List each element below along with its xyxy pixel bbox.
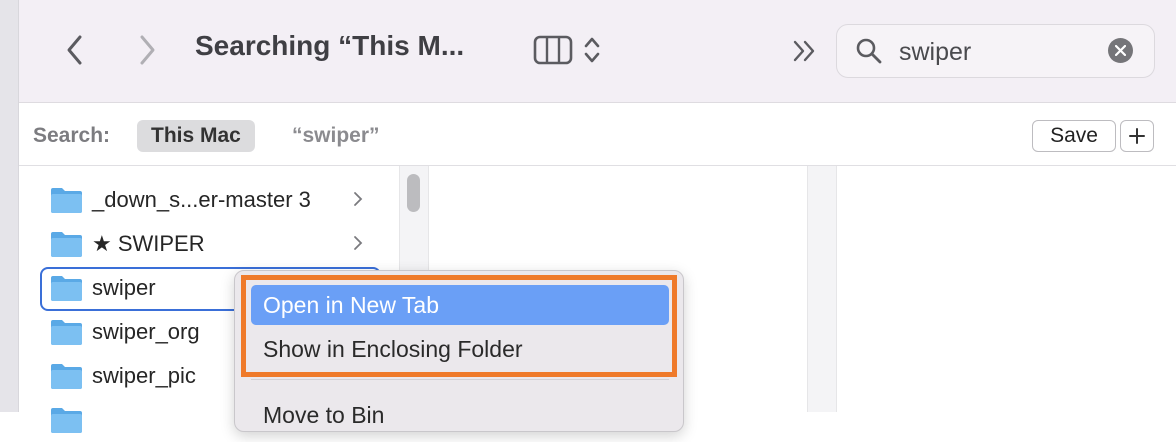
scrollbar-thumb[interactable] — [407, 174, 420, 212]
menu-separator — [251, 379, 669, 380]
scope-this-mac-button[interactable]: This Mac — [137, 120, 255, 152]
sidebar-edge — [0, 0, 19, 412]
chevron-right-icon — [140, 35, 155, 65]
magnifier-icon — [856, 38, 882, 64]
folder-icon — [51, 408, 82, 433]
back-button[interactable] — [55, 28, 95, 72]
clear-search-button[interactable] — [1108, 38, 1133, 63]
folder-icon — [51, 320, 82, 345]
column-divider[interactable] — [807, 166, 837, 412]
toolbar: Searching “This M... swiper — [19, 0, 1176, 103]
file-name: _down_s...er-master 3 — [92, 187, 311, 212]
list-item[interactable]: ★ SWIPER — [19, 222, 399, 266]
file-name: swiper_org — [92, 319, 200, 344]
plus-icon — [1129, 128, 1145, 144]
file-name: ★ SWIPER — [92, 231, 205, 256]
scope-query-button[interactable]: “swiper” — [292, 124, 380, 148]
search-scope-bar: Search: This Mac “swiper” Save — [19, 103, 1176, 166]
up-down-chevron-icon — [584, 37, 600, 63]
save-search-button[interactable]: Save — [1032, 120, 1116, 152]
folder-icon — [51, 232, 82, 257]
double-chevron-right-icon — [793, 40, 815, 62]
forward-button[interactable] — [127, 28, 167, 72]
annotation-highlight-box — [241, 275, 677, 377]
column-view-icon — [533, 35, 573, 65]
toolbar-overflow-button[interactable] — [789, 34, 823, 68]
folder-icon — [51, 188, 82, 213]
scope-label: Search: — [33, 124, 111, 147]
menu-item-move-to-bin[interactable]: Move to Bin — [251, 395, 669, 435]
list-item[interactable]: _down_s...er-master 3 — [19, 178, 399, 222]
folder-icon — [51, 364, 82, 389]
chevron-left-icon — [67, 35, 82, 65]
chevron-right-icon — [354, 236, 363, 250]
view-options-button[interactable] — [533, 30, 615, 70]
add-criteria-button[interactable] — [1120, 120, 1154, 152]
chevron-right-icon — [354, 192, 363, 206]
search-input[interactable]: swiper — [899, 38, 971, 67]
file-name: swiper_pic — [92, 363, 196, 388]
clear-x-icon — [1115, 45, 1126, 56]
window-title: Searching “This M... — [195, 30, 465, 61]
search-field[interactable]: swiper — [836, 24, 1155, 78]
